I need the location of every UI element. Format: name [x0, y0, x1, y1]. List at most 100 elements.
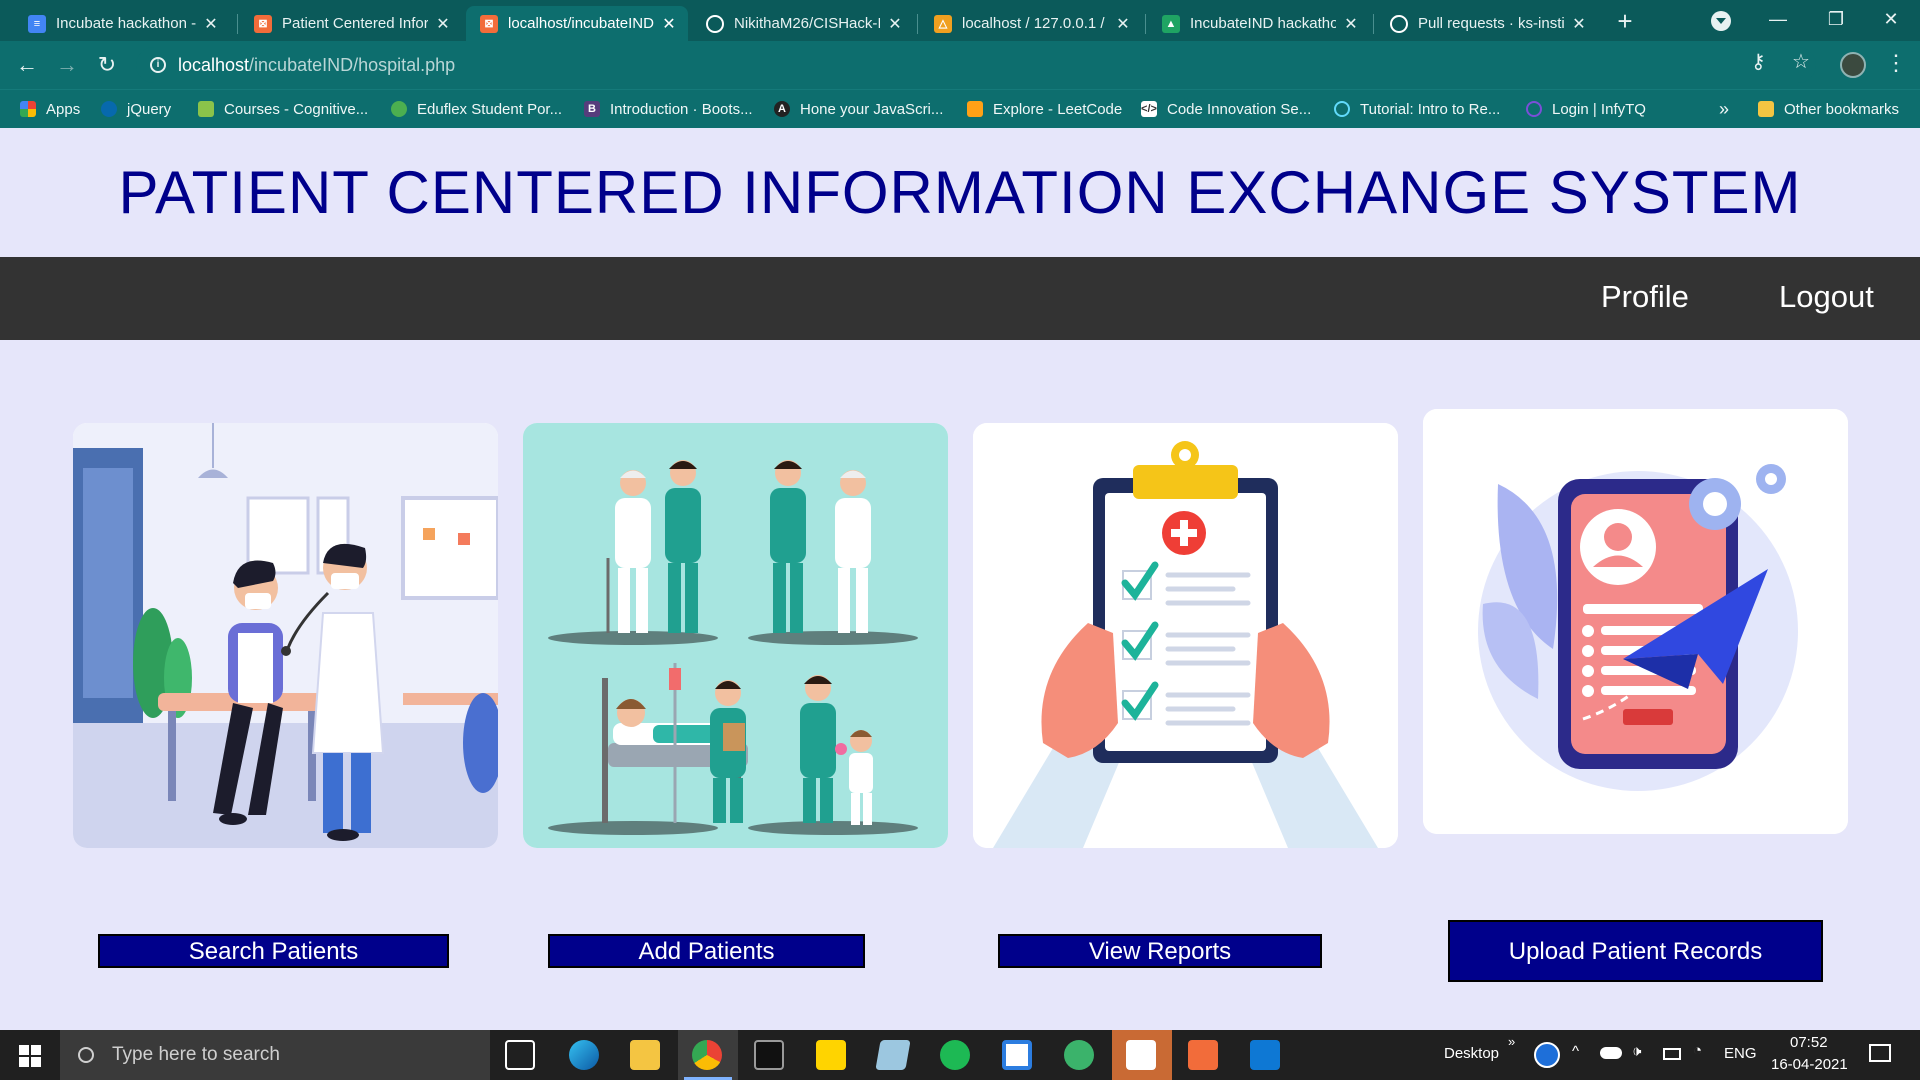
close-icon[interactable]: ✕: [886, 14, 904, 34]
vscode-icon[interactable]: [1250, 1040, 1280, 1070]
xampp-taskbar-icon[interactable]: [1188, 1040, 1218, 1070]
clipboard-checklist-illustration: [973, 423, 1398, 848]
spotify-icon[interactable]: [940, 1040, 970, 1070]
desktop-toolbar-label[interactable]: Desktop: [1444, 1045, 1499, 1062]
tab-separator: [1373, 14, 1374, 34]
bookmark-label: Introduction · Boots...: [610, 100, 753, 118]
tab-separator: [237, 14, 238, 34]
edge-icon[interactable]: [569, 1040, 599, 1070]
globe-app-icon[interactable]: [1064, 1040, 1094, 1070]
bookmarks-bar: Apps jQuery Courses - Cognitive... Edufl…: [0, 89, 1920, 128]
view-reports-image[interactable]: [973, 423, 1398, 848]
bookmarks-overflow-icon[interactable]: »: [1719, 90, 1729, 128]
url-path: /incubateIND/hospital.php: [249, 54, 456, 75]
search-patients-image[interactable]: [73, 423, 498, 848]
key-icon[interactable]: ⚷: [1751, 49, 1766, 74]
jquery-icon: [101, 101, 117, 117]
bookmark-infytq[interactable]: Login | InfyTQ: [1526, 90, 1646, 128]
add-patients-button[interactable]: Add Patients: [548, 934, 865, 968]
clock-time[interactable]: 07:52: [1790, 1034, 1828, 1051]
menu-kebab-icon[interactable]: ⋮: [1885, 50, 1907, 76]
tab-phpmyadmin[interactable]: △ localhost / 127.0.0.1 / ✕: [920, 6, 1142, 41]
tab-google-drive[interactable]: ▲ IncubateIND hackatho ✕: [1148, 6, 1370, 41]
minimize-icon[interactable]: —: [1749, 0, 1807, 41]
view-reports-button[interactable]: View Reports: [998, 934, 1322, 968]
close-icon[interactable]: ✕: [660, 14, 678, 34]
bookmark-react-tutorial[interactable]: Tutorial: Intro to Re...: [1334, 90, 1500, 128]
file-explorer-icon[interactable]: [630, 1040, 660, 1070]
close-icon[interactable]: ✕: [434, 14, 452, 34]
close-icon[interactable]: ✕: [1114, 14, 1132, 34]
star-icon[interactable]: ☆: [1792, 49, 1810, 74]
tab-incubate-hackathon-doc[interactable]: ≡ Incubate hackathon - G ✕: [14, 6, 230, 41]
onedrive-icon[interactable]: [1600, 1047, 1622, 1059]
logout-link[interactable]: Logout: [1779, 279, 1874, 315]
bookmark-javascript[interactable]: A Hone your JavaScri...: [774, 90, 943, 128]
help-icon[interactable]: [1534, 1042, 1560, 1068]
battery-icon[interactable]: [1663, 1048, 1681, 1060]
close-icon[interactable]: ✕: [1342, 14, 1360, 34]
bookmark-apps[interactable]: Apps: [20, 90, 80, 128]
close-window-icon[interactable]: ✕: [1862, 0, 1920, 41]
site-info-icon[interactable]: i: [150, 57, 166, 73]
chrome-icon[interactable]: [692, 1040, 722, 1070]
windows-taskbar: Type here to search Desktop » ^ 🕩 ◔ ENG …: [0, 1030, 1920, 1080]
notifications-icon[interactable]: [1869, 1044, 1891, 1062]
tray-overflow-icon[interactable]: »: [1508, 1034, 1515, 1049]
search-patients-button[interactable]: Search Patients: [98, 934, 449, 968]
apps-grid-icon: [20, 101, 36, 117]
volume-icon[interactable]: 🕩: [1632, 1043, 1641, 1060]
tab-github-cishack[interactable]: NikithaM26/CISHack-I ✕: [692, 6, 914, 41]
tab-github-pull-requests[interactable]: Pull requests · ks-instit ✕: [1376, 6, 1598, 41]
cognitive-icon: [198, 101, 214, 117]
close-icon[interactable]: ✕: [202, 14, 220, 34]
bookmark-courses[interactable]: Courses - Cognitive...: [198, 90, 368, 128]
terminal-icon[interactable]: [754, 1040, 784, 1070]
top-navbar: Profile Logout: [0, 257, 1920, 340]
video-editor-icon[interactable]: [1126, 1040, 1156, 1070]
bookmark-leetcode[interactable]: Explore - LeetCode: [967, 90, 1122, 128]
bookmark-bootstrap[interactable]: B Introduction · Boots...: [584, 90, 753, 128]
sticky-notes-icon[interactable]: [816, 1040, 846, 1070]
bookmark-eduflex[interactable]: Eduflex Student Por...: [391, 90, 562, 128]
tab-search-icon[interactable]: [1711, 11, 1731, 31]
upload-patient-records-button[interactable]: Upload Patient Records: [1448, 920, 1823, 982]
bootstrap-icon: B: [584, 101, 600, 117]
tab-localhost-incubateind[interactable]: ⊠ localhost/incubateIND ✕: [466, 6, 688, 41]
tab-separator: [917, 14, 918, 34]
add-patients-image[interactable]: [523, 423, 948, 848]
snip-tool-icon[interactable]: [1002, 1040, 1032, 1070]
tab-patient-centered[interactable]: ⊠ Patient Centered Infor ✕: [240, 6, 462, 41]
bookmark-code-innovation[interactable]: </> Code Innovation Se...: [1141, 90, 1311, 128]
forward-icon[interactable]: →: [52, 50, 82, 80]
profile-link[interactable]: Profile: [1601, 279, 1689, 315]
code-icon: </>: [1141, 101, 1157, 117]
language-indicator[interactable]: ENG: [1724, 1045, 1757, 1062]
chevron-up-icon[interactable]: ^: [1572, 1043, 1579, 1060]
bookmark-other[interactable]: Other bookmarks: [1758, 90, 1899, 128]
eduflex-icon: [391, 101, 407, 117]
taskbar-search-box[interactable]: Type here to search: [60, 1030, 490, 1080]
react-icon: [1334, 101, 1350, 117]
task-view-icon[interactable]: [505, 1040, 535, 1070]
clock-date[interactable]: 16-04-2021: [1771, 1056, 1848, 1073]
bookmark-jquery[interactable]: jQuery: [101, 90, 171, 128]
wifi-icon[interactable]: ◔: [1693, 1042, 1702, 1059]
bookmark-label: Tutorial: Intro to Re...: [1360, 100, 1501, 118]
reload-icon[interactable]: ↻: [92, 50, 122, 80]
tab-separator: [1145, 14, 1146, 34]
phpmyadmin-icon: △: [934, 14, 952, 33]
back-icon[interactable]: ←: [12, 50, 42, 80]
restore-icon[interactable]: ❐: [1807, 0, 1865, 41]
new-tab-button[interactable]: +: [1611, 8, 1639, 36]
bookmark-label: Login | InfyTQ: [1552, 100, 1646, 118]
upload-records-image[interactable]: [1423, 409, 1848, 834]
windows-start-icon[interactable]: [0, 1030, 60, 1080]
search-icon: [78, 1047, 94, 1063]
freecodecamp-icon: A: [774, 101, 790, 117]
close-icon[interactable]: ✕: [1570, 14, 1588, 34]
address-bar[interactable]: i localhost/incubateIND/hospital.php: [136, 47, 1816, 83]
notepad-icon[interactable]: [875, 1040, 911, 1070]
bookmark-label: Explore - LeetCode: [993, 100, 1123, 118]
profile-avatar[interactable]: [1840, 52, 1866, 78]
